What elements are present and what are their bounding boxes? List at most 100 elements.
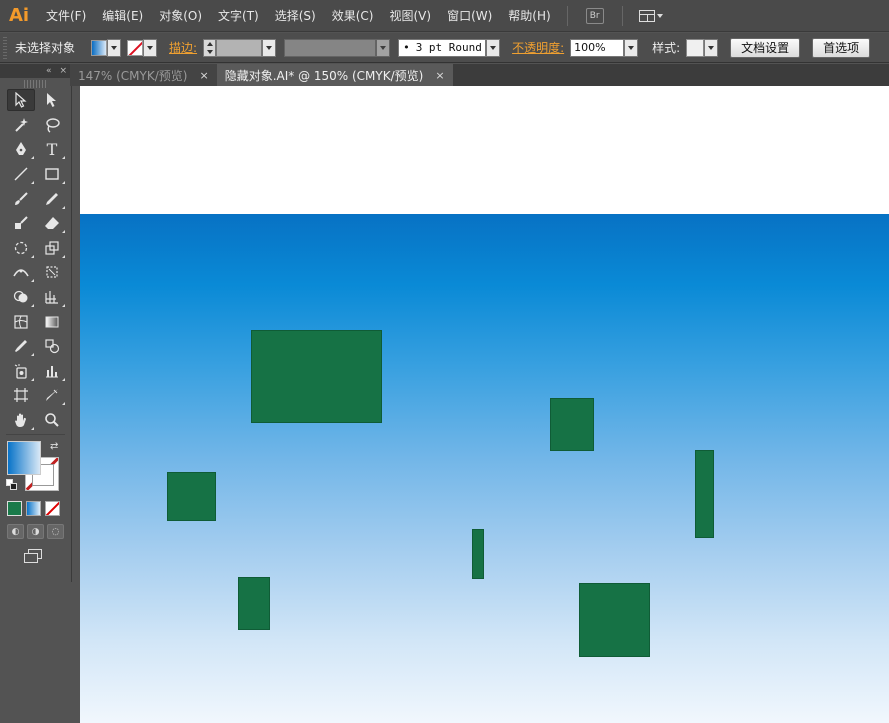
paintbrush-tool[interactable]: [7, 188, 35, 210]
shape-builder-icon: [13, 290, 28, 303]
style-dropdown[interactable]: [704, 38, 719, 57]
variable-width-dropdown[interactable]: [376, 38, 391, 57]
perspective-grid-icon: [45, 291, 58, 304]
shape-builder-tool[interactable]: [7, 286, 35, 308]
tool-row: [0, 162, 71, 187]
artboard-tool[interactable]: [7, 384, 35, 406]
draw-behind-button[interactable]: ◑: [27, 524, 44, 540]
tab-document-2[interactable]: 隐藏对象.AI* @ 150% (CMYK/预览) ×: [216, 64, 453, 86]
column-graph-tool[interactable]: [38, 360, 66, 382]
hand-tool[interactable]: [7, 409, 35, 431]
opacity-label[interactable]: 不透明度:: [512, 39, 564, 56]
tools-panel-grip[interactable]: [24, 80, 47, 88]
opacity-control[interactable]: 不透明度: 100%: [500, 38, 639, 57]
menu-view[interactable]: 视图(V): [381, 0, 439, 32]
screen-mode-button[interactable]: [24, 549, 44, 564]
direct-selection-tool[interactable]: [38, 89, 66, 111]
type-tool[interactable]: T: [38, 138, 66, 160]
rectangle-tool[interactable]: [38, 163, 66, 185]
scale-tool[interactable]: [38, 237, 66, 259]
pen-tool[interactable]: [7, 138, 35, 160]
brush-field[interactable]: • 3 pt Round: [398, 38, 487, 57]
fill-dropdown-button[interactable]: [107, 38, 122, 57]
variable-width-field[interactable]: [284, 38, 377, 57]
stroke-weight-dropdown[interactable]: [262, 38, 277, 57]
close-icon[interactable]: ×: [199, 69, 208, 82]
draw-normal-button[interactable]: ◐: [7, 524, 24, 540]
menu-help[interactable]: 帮助(H): [500, 0, 558, 32]
perspective-grid-tool[interactable]: [38, 286, 66, 308]
stroke-weight-input[interactable]: [216, 38, 263, 57]
color-mode-button[interactable]: [7, 501, 22, 517]
default-colors-icon[interactable]: [6, 479, 17, 491]
brush-dropdown[interactable]: [486, 38, 501, 57]
symbol-sprayer-tool[interactable]: [7, 360, 35, 382]
rotate-tool[interactable]: [7, 237, 35, 259]
close-icon[interactable]: ×: [435, 69, 444, 82]
opacity-input[interactable]: 100%: [570, 38, 625, 57]
mesh-tool[interactable]: [7, 311, 35, 333]
tab-document-1[interactable]: 147% (CMYK/预览) ×: [70, 64, 217, 86]
pencil-icon: [46, 192, 58, 205]
preferences-button[interactable]: 首选项: [812, 37, 871, 58]
menu-file[interactable]: 文件(F): [38, 0, 94, 32]
menu-type[interactable]: 文字(T): [210, 0, 267, 32]
chevron-down-icon: [147, 45, 154, 50]
stroke-swatch[interactable]: [127, 39, 144, 56]
fill-color-swatch[interactable]: [7, 441, 41, 476]
chevron-down-icon: [380, 45, 387, 50]
zoom-tool[interactable]: [38, 409, 66, 431]
stroke-weight-control[interactable]: [203, 38, 277, 57]
green-rectangle[interactable]: [472, 529, 484, 579]
green-rectangle[interactable]: [238, 577, 270, 630]
artboard[interactable]: [80, 86, 889, 723]
draw-inside-button[interactable]: ◌: [47, 524, 64, 540]
menu-window[interactable]: 窗口(W): [439, 0, 500, 32]
magic-wand-tool[interactable]: [7, 114, 35, 136]
selection-tool[interactable]: [7, 89, 35, 112]
menu-effect[interactable]: 效果(C): [324, 0, 382, 32]
fill-swatch[interactable]: [91, 39, 108, 56]
swap-fill-stroke-icon[interactable]: ⇄: [50, 441, 58, 452]
arrange-documents-button[interactable]: [638, 9, 663, 22]
gradient-background-rectangle[interactable]: [80, 214, 889, 723]
menu-edit[interactable]: 编辑(E): [94, 0, 151, 32]
document-setup-button[interactable]: 文档设置: [730, 37, 801, 58]
green-rectangle[interactable]: [550, 398, 594, 451]
chevron-down-icon: [111, 45, 118, 50]
blob-brush-icon: [15, 216, 28, 230]
slice-tool[interactable]: [38, 384, 66, 406]
stroke-dropdown-button[interactable]: [143, 38, 158, 57]
opacity-dropdown[interactable]: [624, 38, 639, 57]
lasso-tool[interactable]: [38, 114, 66, 136]
eyedropper-tool[interactable]: [7, 335, 35, 357]
menu-select[interactable]: 选择(S): [267, 0, 324, 32]
line-segment-tool[interactable]: [7, 163, 35, 185]
green-rectangle[interactable]: [579, 583, 650, 657]
bridge-button[interactable]: Br: [585, 7, 604, 24]
gradient-mode-button[interactable]: [26, 501, 41, 517]
menu-object[interactable]: 对象(O): [151, 0, 210, 32]
stroke-weight-stepper[interactable]: [203, 38, 217, 57]
free-transform-tool[interactable]: [38, 261, 66, 283]
green-rectangle[interactable]: [167, 472, 216, 521]
green-rectangle[interactable]: [251, 330, 382, 423]
green-rectangle[interactable]: [695, 450, 714, 538]
gradient-tool[interactable]: [38, 311, 66, 333]
blend-tool[interactable]: [38, 335, 66, 357]
brush-definition[interactable]: • 3 pt Round: [398, 38, 501, 57]
collapse-panel-icon[interactable]: «: [46, 66, 52, 76]
eraser-tool[interactable]: [38, 212, 66, 234]
none-mode-button[interactable]: [45, 501, 60, 517]
close-panel-icon[interactable]: ×: [59, 66, 67, 76]
variable-width-profile[interactable]: [284, 38, 391, 57]
stroke-label[interactable]: 描边:: [169, 39, 197, 56]
stroke-color-control[interactable]: [127, 38, 158, 57]
fill-color-control[interactable]: [91, 38, 122, 57]
style-swatch[interactable]: [686, 38, 705, 57]
gradient-icon: [45, 316, 59, 328]
blob-brush-tool[interactable]: [7, 212, 35, 234]
canvas-area[interactable]: [72, 86, 889, 723]
width-tool[interactable]: [7, 261, 35, 283]
pencil-tool[interactable]: [38, 188, 66, 210]
